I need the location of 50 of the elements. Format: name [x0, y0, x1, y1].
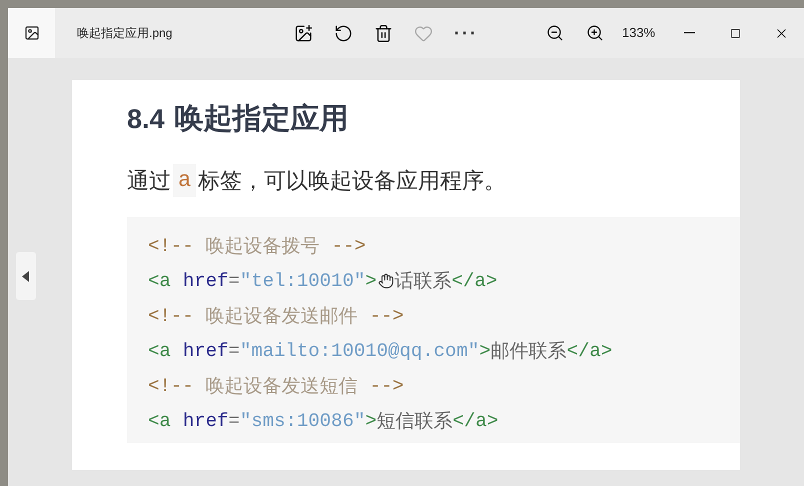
code-token: "sms:10086"	[240, 408, 366, 434]
previous-button[interactable]	[16, 252, 36, 300]
zoom-out-icon	[546, 24, 564, 42]
code-comment: 唤起设备发送短信	[206, 374, 358, 399]
code-token: 话联系	[394, 268, 452, 294]
intro-text: 标签，可以唤起设备应用程序。	[198, 166, 506, 194]
code-token: >	[479, 338, 491, 364]
code-token: =	[228, 338, 240, 364]
code-comment: -->	[332, 234, 366, 259]
code-comment: <!--	[148, 374, 194, 399]
code-comment: 唤起设备发送邮件	[206, 304, 358, 329]
code-token: href	[182, 338, 228, 364]
section-number: 8.4	[127, 103, 165, 136]
code-token: 短信联系	[376, 408, 453, 434]
minimize-icon	[684, 32, 694, 34]
code-comment: -->	[370, 304, 404, 329]
code-comment: -->	[370, 374, 404, 399]
code-token: "mailto:10010@qq.com"	[240, 338, 480, 364]
zoom-level: 133%	[622, 24, 656, 42]
code-token: 邮件联系	[490, 338, 567, 364]
file-name: 唤起指定应用.png	[77, 25, 174, 42]
zoom-in-icon	[586, 24, 604, 42]
rotate-icon	[334, 24, 353, 42]
hand-cursor-icon	[378, 272, 394, 290]
heart-icon	[414, 24, 433, 42]
inline-code: a	[173, 164, 196, 196]
photos-app-icon	[24, 25, 40, 41]
maximize-icon	[730, 28, 740, 38]
code-token: href	[182, 408, 228, 434]
code-token: <a	[148, 408, 171, 434]
more-button[interactable]: ···	[450, 20, 482, 46]
code-comment: <!--	[148, 234, 194, 259]
code-token: href	[182, 268, 228, 294]
code-token: </a>	[452, 268, 498, 294]
intro-text: 通过	[127, 166, 171, 194]
code-comment: 唤起设备拨号	[206, 234, 320, 259]
code-token: "tel:10010"	[240, 268, 366, 294]
code-token: =	[228, 268, 240, 294]
code-token: </a>	[452, 408, 498, 434]
previous-icon	[22, 270, 30, 282]
code-token: </a>	[566, 338, 612, 364]
section-heading: 唤起指定应用	[174, 102, 349, 137]
code-token: >	[365, 408, 377, 434]
code-token: >	[365, 268, 377, 294]
code-comment: <!--	[148, 304, 194, 329]
code-token: <a	[148, 268, 171, 294]
code-token: =	[228, 408, 240, 434]
trash-icon	[374, 24, 393, 42]
image-edit-icon	[294, 24, 313, 42]
code-token: <a	[148, 338, 171, 364]
